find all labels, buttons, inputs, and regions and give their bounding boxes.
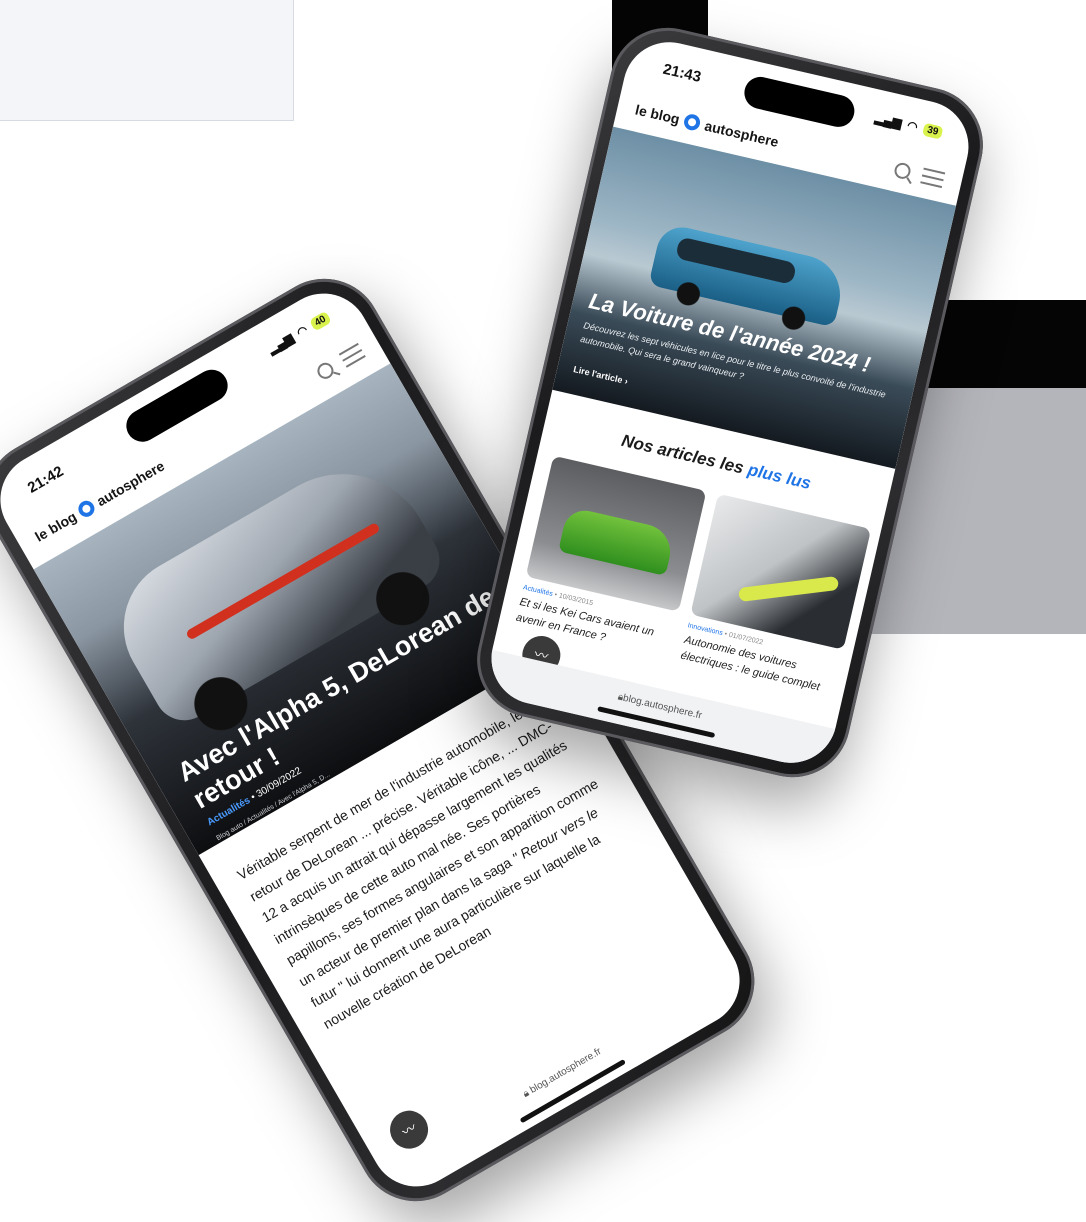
top-left-panel <box>0 0 294 121</box>
phone-right-screen: 21:43 ▂▄▆ ◠ 39 le blog autosphere La Voi… <box>482 33 978 772</box>
signal-icon: ▂▄▆ <box>873 110 904 131</box>
article-card[interactable]: Actualités • 10/03/2015 Et si les Kei Ca… <box>514 455 707 662</box>
card-image <box>525 455 707 612</box>
autosphere-logo-icon <box>75 497 98 520</box>
header-actions <box>892 161 946 189</box>
logo-brand: autosphere <box>703 117 781 151</box>
status-time: 21:43 <box>661 60 703 86</box>
wifi-icon: ◠ <box>905 117 920 134</box>
browser-url: blog.autosphere.fr <box>528 1046 604 1096</box>
chevron-right-icon: › <box>623 375 629 387</box>
card-image <box>690 493 872 650</box>
signal-icon: ▂▄▆ <box>265 330 296 357</box>
wifi-icon: ◠ <box>294 322 311 340</box>
header-actions <box>314 342 366 382</box>
wave-icon: 〰 <box>399 1120 420 1141</box>
status-time: 21:42 <box>24 462 67 497</box>
logo-prefix: le blog <box>32 508 80 545</box>
read-article-link[interactable]: Lire l'article › <box>572 364 629 386</box>
phone-right: 21:43 ▂▄▆ ◠ 39 le blog autosphere La Voi… <box>465 16 995 789</box>
search-icon[interactable] <box>314 359 337 382</box>
battery-icon: 40 <box>308 310 332 332</box>
battery-icon: 39 <box>922 122 944 140</box>
section-title-highlight: plus lus <box>745 460 813 493</box>
logo-prefix: le blog <box>633 101 682 128</box>
read-article-label: Lire l'article <box>572 364 624 386</box>
search-icon[interactable] <box>892 161 913 181</box>
article-card[interactable]: Innovations • 01/07/2022 Autonomie des v… <box>679 493 872 700</box>
autosphere-logo-icon <box>682 112 702 132</box>
browser-url-bar[interactable]: 🔒︎ blog.autosphere.fr <box>381 965 743 1181</box>
menu-icon[interactable] <box>338 342 366 368</box>
section-title-prefix: Nos articles les <box>619 430 746 478</box>
menu-icon[interactable] <box>920 167 946 189</box>
status-icons: ▂▄▆ ◠ 39 <box>874 111 944 140</box>
